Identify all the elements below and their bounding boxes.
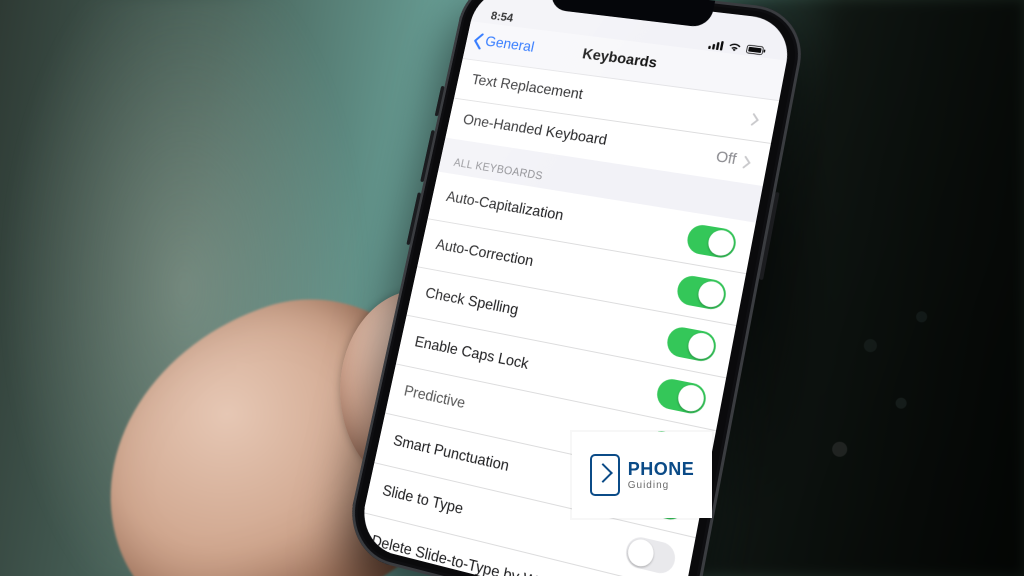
row-value: Off — [714, 149, 737, 169]
row-label: Auto-Capitalization — [445, 189, 565, 225]
toggle-auto-capitalization[interactable] — [685, 223, 738, 260]
chevron-right-icon — [751, 113, 761, 126]
status-time: 8:54 — [490, 9, 515, 25]
toggle-enable-caps-lock[interactable] — [655, 377, 709, 416]
toggle-slide-to-type[interactable] — [623, 534, 677, 576]
row-label: Slide to Type — [381, 482, 465, 518]
page-title: Keyboards — [581, 46, 659, 72]
wifi-icon — [726, 42, 743, 53]
battery-icon — [745, 44, 768, 56]
toggle-check-spelling[interactable] — [665, 325, 719, 363]
row-label: Check Spelling — [424, 285, 520, 319]
chevron-left-icon — [472, 33, 485, 50]
row-label: Smart Punctuation — [392, 432, 511, 475]
row-label: Auto-Correction — [434, 237, 535, 271]
back-button[interactable]: General — [470, 22, 538, 67]
watermark-badge: PHONE Guiding — [572, 432, 712, 518]
watermark-line1: PHONE — [628, 460, 695, 478]
row-label: Predictive — [402, 383, 466, 413]
chevron-right-icon — [743, 155, 753, 169]
watermark-line2: Guiding — [628, 481, 695, 491]
photo-scene: 8:54 General Keyboards — [0, 0, 1024, 576]
signal-icon — [708, 40, 725, 51]
back-label: General — [484, 34, 536, 56]
toggle-auto-correction[interactable] — [675, 274, 729, 312]
row-label: Text Replacement — [470, 72, 584, 103]
phone-outline-icon — [590, 454, 620, 496]
row-label: Enable Caps Lock — [413, 334, 530, 374]
